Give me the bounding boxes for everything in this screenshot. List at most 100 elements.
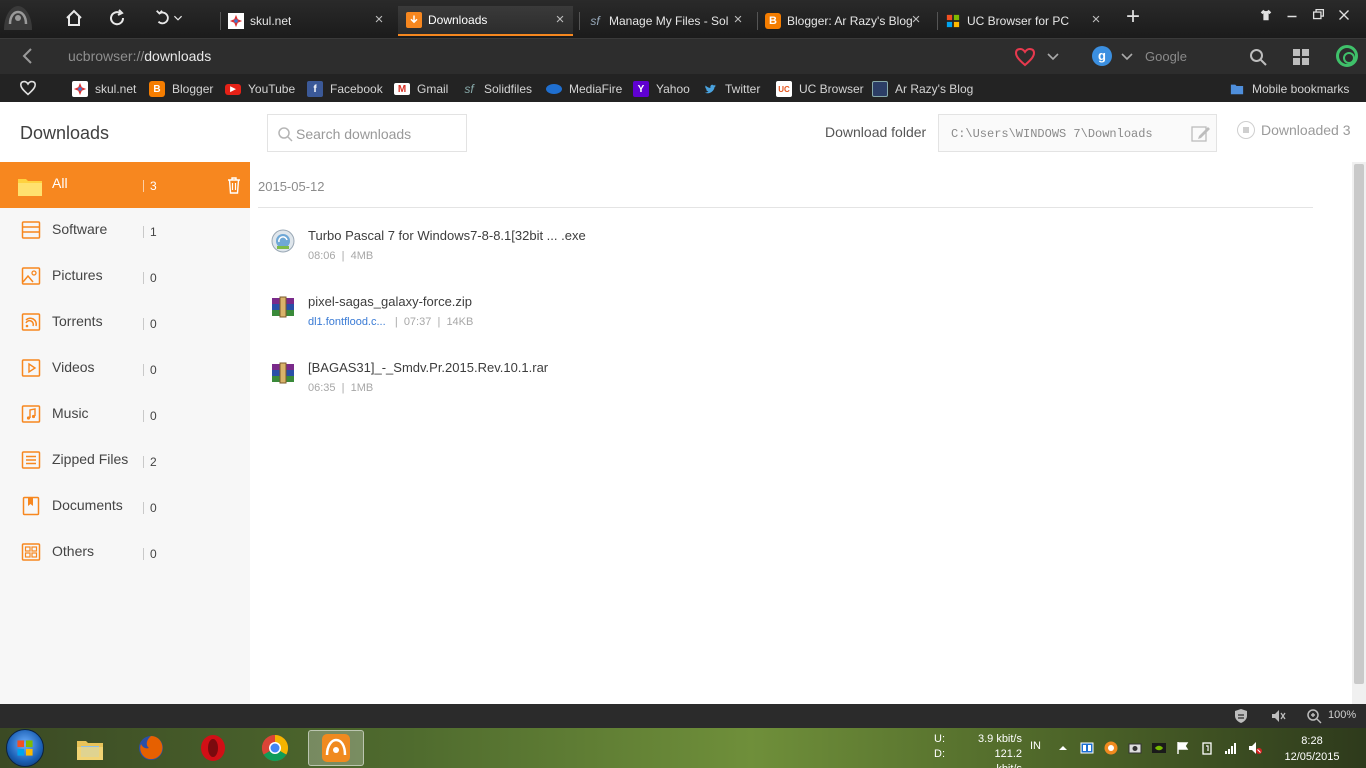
mute-speaker-icon[interactable] (1270, 708, 1286, 724)
taskbar-chrome[interactable] (247, 730, 303, 766)
zoom-icon[interactable] (1306, 708, 1322, 724)
minimize-button[interactable] (1282, 8, 1302, 26)
camera-tray-icon[interactable] (1128, 741, 1142, 755)
taskbar-firefox[interactable] (123, 730, 179, 766)
category-count: 0 (150, 271, 157, 285)
close-icon[interactable]: × (372, 12, 386, 27)
uc-browser-logo-icon[interactable] (0, 0, 36, 36)
download-item[interactable]: [BAGAS31]_-_Smdv.Pr.2015.Rev.10.1.rar 06… (270, 356, 1170, 406)
file-name[interactable]: [BAGAS31]_-_Smdv.Pr.2015.Rev.10.1.rar (308, 360, 548, 375)
category-music[interactable]: Music 0 (0, 392, 250, 438)
undo-close-tab-button[interactable] (148, 6, 190, 30)
scrollbar-thumb[interactable] (1354, 164, 1364, 684)
chevron-down-icon[interactable] (1046, 50, 1060, 64)
bookmark-label: Yahoo (656, 82, 690, 96)
file-name[interactable]: pixel-sagas_galaxy-force.zip (308, 294, 472, 309)
file-source-link[interactable]: dl1.fontflood.c... (308, 316, 386, 328)
close-icon[interactable]: × (1089, 12, 1103, 27)
bookmark-facebook[interactable]: f Facebook (307, 80, 383, 98)
search-downloads-input[interactable] (296, 124, 461, 144)
extension-grammarly-icon[interactable] (1336, 45, 1358, 67)
nvidia-tray-icon[interactable] (1152, 741, 1166, 755)
bookmark-label: Mobile bookmarks (1252, 82, 1350, 96)
action-center-flag-icon[interactable] (1176, 741, 1190, 755)
chevron-down-icon[interactable] (1120, 50, 1134, 64)
download-item[interactable]: pixel-sagas_galaxy-force.zip dl1.fontflo… (270, 290, 1170, 340)
bookmark-yahoo[interactable]: Y Yahoo (633, 80, 690, 98)
others-icon (21, 543, 41, 561)
category-videos[interactable]: Videos 0 (0, 346, 250, 392)
system-clock[interactable]: 8:28 12/05/2015 (1282, 733, 1342, 765)
divider (143, 318, 144, 330)
restore-button[interactable] (1308, 8, 1328, 26)
favorite-heart-icon[interactable] (1014, 47, 1036, 67)
network-tray-icon[interactable] (1080, 741, 1094, 755)
tab-blogger[interactable]: B Blogger: Ar Razy's Blog × (757, 6, 929, 36)
search-icon[interactable] (1248, 47, 1268, 67)
shield-icon[interactable] (1233, 708, 1249, 724)
trash-icon[interactable] (226, 176, 242, 194)
close-window-button[interactable] (1334, 8, 1354, 26)
tab-solidfiles[interactable]: sf Manage My Files - Solid × (579, 6, 751, 36)
bookmark-gmail[interactable]: M Gmail (394, 80, 448, 98)
taskbar-opera[interactable] (185, 730, 241, 766)
volume-muted-icon[interactable] (1248, 741, 1262, 755)
tab-downloads[interactable]: Downloads × (398, 6, 573, 36)
close-icon[interactable]: × (731, 12, 745, 27)
scrollbar[interactable] (1352, 162, 1366, 704)
search-downloads-box[interactable] (267, 114, 467, 152)
tab-skulnet[interactable]: skul.net × (220, 6, 392, 36)
tab-ucbrowser[interactable]: UC Browser for PC × (937, 6, 1109, 36)
edit-pencil-icon[interactable] (1191, 125, 1211, 143)
bookmark-ucbrowser[interactable]: UC UC Browser (776, 80, 864, 98)
mobile-bookmarks-folder[interactable]: Mobile bookmarks (1229, 80, 1349, 98)
search-icon (278, 127, 293, 142)
file-name[interactable]: Turbo Pascal 7 for Windows7-8-8.1[32bit … (308, 228, 586, 243)
windows-explorer-icon (77, 741, 103, 760)
skin-button[interactable] (1256, 8, 1276, 26)
bookmark-heart-icon[interactable] (19, 80, 37, 96)
category-all[interactable]: All 3 (0, 162, 250, 208)
power-tray-icon[interactable] (1200, 741, 1214, 755)
bookmark-blogger[interactable]: B Blogger (149, 80, 213, 98)
back-arrow-icon[interactable] (18, 46, 38, 66)
close-icon[interactable]: × (909, 12, 923, 27)
signal-bars-icon[interactable] (1224, 741, 1238, 755)
zoom-level[interactable]: 100% (1328, 709, 1356, 721)
bookmark-youtube[interactable]: ▶ YouTube (225, 80, 295, 98)
category-pictures[interactable]: Pictures 0 (0, 254, 250, 300)
category-zipped-files[interactable]: Zipped Files 2 (0, 438, 250, 484)
download-folder-field[interactable]: C:\Users\WINDOWS 7\Downloads (938, 114, 1217, 152)
language-indicator[interactable]: IN (1030, 740, 1041, 752)
search-engine-google-icon[interactable]: g (1092, 46, 1112, 66)
show-hidden-icons-icon[interactable] (1056, 741, 1070, 755)
uc-browser-icon (322, 734, 350, 762)
bookmark-skulnet[interactable]: skul.net (72, 80, 136, 98)
refresh-button[interactable] (103, 6, 131, 30)
category-others[interactable]: Others 0 (0, 530, 250, 576)
downloaded-count[interactable]: Downloaded 3 (1237, 121, 1351, 139)
bookmark-ar-razy-blog[interactable]: Ar Razy's Blog (872, 80, 973, 98)
start-button[interactable] (6, 729, 44, 767)
category-software[interactable]: Software 1 (0, 208, 250, 254)
taskbar-explorer[interactable] (62, 730, 118, 766)
divider (143, 272, 144, 284)
close-icon[interactable]: × (553, 12, 567, 27)
bookmark-solidfiles[interactable]: sf Solidfiles (461, 80, 532, 98)
url-field[interactable]: ucbrowser://downloads (68, 48, 211, 64)
search-engine-field[interactable]: Google (1145, 49, 1187, 64)
taskbar-ucbrowser[interactable] (308, 730, 364, 766)
category-count: 0 (150, 363, 157, 377)
new-tab-button[interactable]: + (1122, 4, 1144, 30)
home-button[interactable] (60, 6, 88, 30)
category-torrents[interactable]: Torrents 0 (0, 300, 250, 346)
bookmark-twitter[interactable]: Twitter (702, 80, 760, 98)
page-title: Downloads (20, 123, 110, 143)
apps-grid-icon[interactable] (1291, 47, 1311, 67)
avast-tray-icon[interactable] (1104, 741, 1118, 755)
bookmark-label: skul.net (95, 82, 137, 96)
bookmark-mediafire[interactable]: MediaFire (546, 80, 622, 98)
category-documents[interactable]: Documents 0 (0, 484, 250, 530)
browser-status-bar: 100% (0, 704, 1366, 728)
download-item[interactable]: Turbo Pascal 7 for Windows7-8-8.1[32bit … (270, 224, 1170, 274)
